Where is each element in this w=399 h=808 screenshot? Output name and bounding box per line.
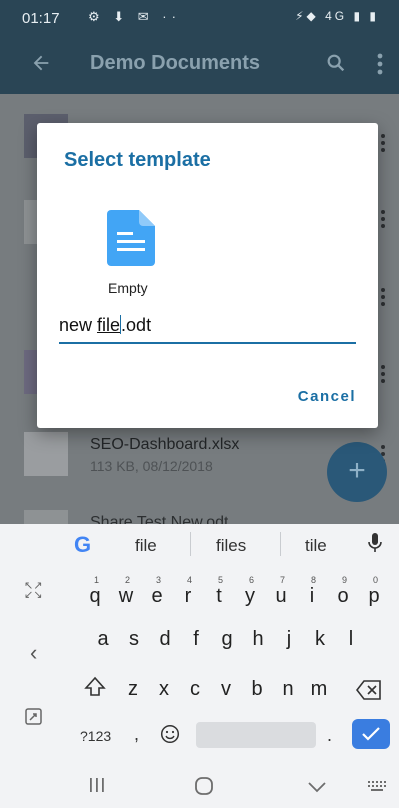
key-hint: 9 [342, 575, 348, 585]
key-p[interactable]: p [359, 585, 389, 608]
key-q[interactable]: q [80, 585, 110, 608]
item-menu-icon[interactable] [381, 134, 385, 154]
list-item[interactable]: SEO-Dashboard.xlsx 113 KB, 08/12/2018 [0, 424, 320, 488]
status-bar: 01:17 ⚙ ⬇ ✉ ·· ⚡◆ 4G ▮ ▮ [0, 0, 399, 38]
recent-apps-icon[interactable] [88, 776, 106, 799]
key-z[interactable]: z [118, 678, 148, 701]
add-document-button[interactable]: + [327, 442, 387, 502]
file-meta: 113 KB, 08/12/2018 [90, 458, 213, 474]
key-hint: 2 [125, 575, 131, 585]
key-hint: 6 [249, 575, 255, 585]
key-h[interactable]: h [243, 628, 273, 651]
key-g[interactable]: g [212, 628, 242, 651]
key-v[interactable]: v [211, 678, 241, 701]
template-label: Empty [108, 280, 148, 296]
item-menu-icon[interactable] [381, 210, 385, 230]
file-name: SEO-Dashboard.xlsx [90, 436, 240, 453]
key-comma[interactable]: , [134, 724, 139, 745]
backspace-icon[interactable] [355, 680, 382, 705]
key-m[interactable]: m [304, 678, 334, 701]
collapse-keyboard-icon[interactable]: ‹ [30, 640, 37, 666]
key-period[interactable]: . [327, 725, 332, 746]
dialog-title: Select template [64, 149, 211, 171]
suggestion[interactable]: tile [305, 536, 327, 556]
key-x[interactable]: x [149, 678, 179, 701]
page-title: Demo Documents [90, 52, 261, 74]
suggestion-divider [190, 532, 191, 556]
key-y[interactable]: y [235, 585, 265, 608]
key-k[interactable]: k [305, 628, 335, 651]
back-chevron-icon[interactable] [308, 780, 326, 798]
key-hint: 3 [156, 575, 162, 585]
keyboard-grid-icon[interactable] [368, 780, 386, 798]
status-left-icons: ⚙ ⬇ ✉ ·· [88, 9, 181, 24]
key-i[interactable]: i [297, 585, 327, 608]
key-f[interactable]: f [181, 628, 211, 651]
back-arrow-icon[interactable] [30, 52, 52, 79]
item-menu-icon[interactable] [381, 288, 385, 308]
emoji-icon[interactable] [160, 724, 180, 749]
key-n[interactable]: n [273, 678, 303, 701]
symbols-key[interactable]: ?123 [80, 728, 111, 744]
filename-prefix: new [59, 315, 98, 335]
key-u[interactable]: u [266, 585, 296, 608]
key-e[interactable]: e [142, 585, 172, 608]
key-hint: 8 [311, 575, 317, 585]
key-hint: 0 [373, 575, 379, 585]
filename-extension: .odt [121, 315, 152, 335]
item-menu-icon[interactable] [381, 365, 385, 385]
key-a[interactable]: a [88, 628, 118, 651]
key-o[interactable]: o [328, 585, 358, 608]
app-bar: Demo Documents [0, 38, 399, 94]
key-s[interactable]: s [119, 628, 149, 651]
enter-button[interactable] [352, 719, 390, 749]
search-icon[interactable] [325, 52, 347, 79]
keyboard-row-2: a s d f g h j k l [88, 628, 378, 658]
shift-icon[interactable] [84, 676, 106, 703]
suggestion[interactable]: file [135, 536, 157, 556]
space-key[interactable] [196, 722, 316, 748]
key-w[interactable]: w [111, 585, 141, 608]
select-template-dialog: Select template Empty new file.odt Cance… [37, 123, 378, 428]
filename-value[interactable]: new file.odt [59, 315, 151, 336]
keyboard-row-3: z x c v b n m [118, 678, 338, 708]
cancel-button[interactable]: Cancel [298, 388, 356, 405]
key-hint: 1 [94, 575, 100, 585]
suggestion-divider [280, 532, 281, 556]
key-j[interactable]: j [274, 628, 304, 651]
file-thumbnail [24, 510, 68, 524]
key-d[interactable]: d [150, 628, 180, 651]
status-right-icons: ⚡◆ 4G ▮ ▮ [295, 9, 379, 23]
key-b[interactable]: b [242, 678, 272, 701]
home-icon[interactable] [194, 776, 214, 801]
status-time: 01:17 [22, 10, 60, 27]
key-hint: 7 [280, 575, 286, 585]
keyboard-row-1: q w e r t y u i o p 1 2 3 4 5 6 7 8 9 0 [80, 575, 390, 615]
key-l[interactable]: l [336, 628, 366, 651]
document-template-icon[interactable] [107, 210, 155, 271]
key-hint: 4 [187, 575, 193, 585]
key-c[interactable]: c [180, 678, 210, 701]
file-name: Share Test New.odt [90, 514, 229, 524]
resize-keyboard-icon[interactable]: ↖↗ ↙↘ [24, 581, 42, 601]
key-r[interactable]: r [173, 585, 203, 608]
more-vertical-icon[interactable] [377, 53, 383, 80]
key-t[interactable]: t [204, 585, 234, 608]
key-hint: 5 [218, 575, 224, 585]
microphone-icon[interactable] [368, 533, 382, 558]
google-g-icon[interactable]: G [74, 532, 91, 558]
clipboard-icon[interactable] [24, 706, 44, 731]
filename-selected-word: file [97, 315, 121, 335]
suggestion[interactable]: files [216, 536, 246, 556]
